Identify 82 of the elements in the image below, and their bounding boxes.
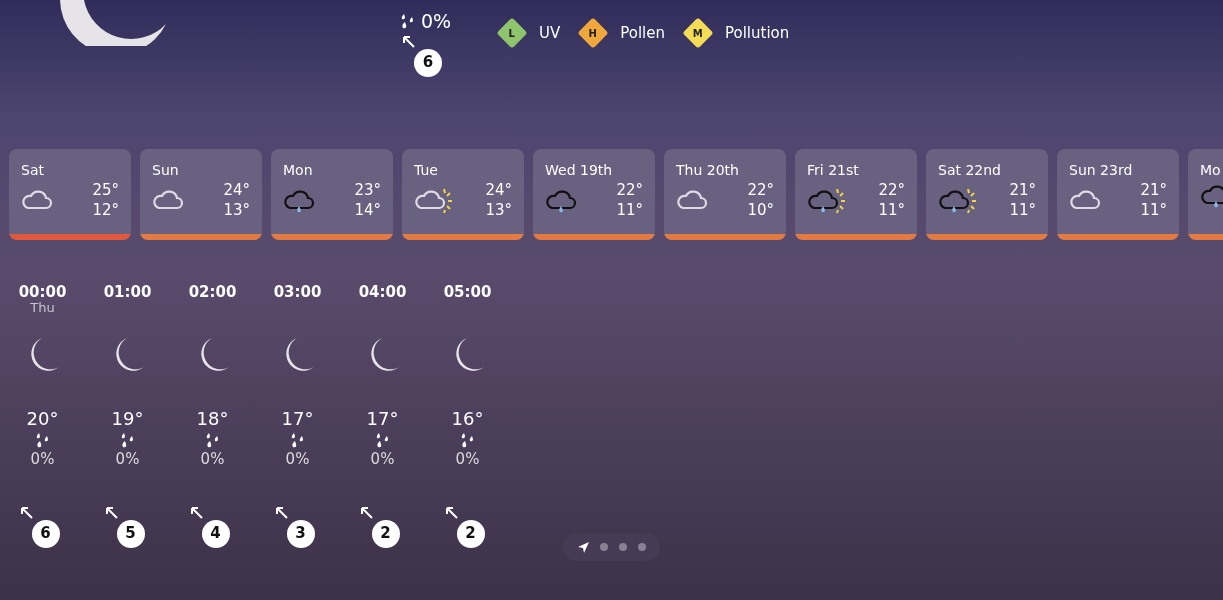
index-label[interactable]: Pollen	[620, 22, 665, 45]
high-temperature: 25°	[92, 181, 119, 201]
day-label: Sat 22nd	[938, 161, 1002, 180]
level-badge: M	[682, 17, 714, 49]
wind-speed: 2	[371, 519, 400, 548]
low-temperature: 12°	[92, 200, 119, 220]
high-temperature: 23°	[354, 181, 381, 201]
hour-time: 01:00	[103, 283, 152, 301]
low-temperature: 13°	[485, 200, 512, 220]
page-dot[interactable]	[618, 543, 627, 551]
rain-chance: 0%	[30, 449, 55, 470]
rain-chance: 0%	[370, 449, 395, 470]
temperature: 16°	[451, 407, 484, 431]
day-card[interactable]: Mo	[1188, 149, 1223, 240]
low-temperature: 11°	[1140, 200, 1167, 220]
rain-chance: 0%	[115, 449, 140, 470]
low-temperature: 11°	[878, 200, 905, 220]
low-temperature: 11°	[1009, 200, 1036, 220]
index-label[interactable]: Pollution	[725, 22, 790, 45]
high-temperature: 22°	[616, 181, 643, 201]
location-arrow-icon[interactable]	[577, 541, 589, 553]
day-label: Wed 19th	[545, 161, 614, 180]
rain-chance: 0%	[455, 449, 480, 470]
day-label: Tue	[414, 161, 439, 180]
wind-speed: 3	[286, 519, 315, 548]
level-badge: H	[577, 17, 609, 49]
high-temperature: 21°	[1140, 181, 1167, 201]
day-label: Thu	[30, 301, 55, 317]
temperature: 17°	[281, 407, 314, 431]
rain-chance: 0%	[200, 449, 225, 470]
wind-direction-arrow-icon	[189, 505, 204, 520]
day-card[interactable]: Tue 24° 13°	[402, 149, 524, 240]
index-label[interactable]: UV	[539, 22, 561, 45]
day-card[interactable]: Sat 25° 12°	[9, 149, 131, 240]
day-label: Sun 23rd	[1069, 161, 1134, 180]
hour-time: 00:00	[18, 283, 67, 301]
day-card[interactable]: Wed 19th 22° 11°	[533, 149, 655, 240]
low-temperature: 11°	[616, 200, 643, 220]
hour-time: 02:00	[188, 283, 237, 301]
wind-direction-arrow-icon	[19, 505, 34, 520]
page-dot[interactable]	[637, 543, 646, 551]
day-label: Sat	[21, 161, 45, 180]
day-label: Fri 21st	[807, 161, 860, 180]
hour-time: 03:00	[273, 283, 322, 301]
high-temperature: 24°	[485, 181, 512, 201]
wind-direction-arrow-icon	[444, 505, 459, 520]
high-temperature: 21°	[1009, 181, 1036, 201]
wind-direction-arrow-icon	[402, 34, 416, 49]
rain-chance: 0%	[420, 9, 452, 34]
wind-speed: 6	[414, 48, 442, 77]
hour-time: 04:00	[358, 283, 407, 301]
high-temperature: 22°	[747, 181, 774, 201]
temperature: 20°	[26, 407, 59, 431]
low-temperature: 14°	[354, 200, 381, 220]
temperature: 18°	[196, 407, 229, 431]
day-card[interactable]: Sun 24° 13°	[140, 149, 262, 240]
high-temperature: 22°	[878, 181, 905, 201]
temperature: 19°	[111, 407, 144, 431]
hour-time: 05:00	[443, 283, 492, 301]
day-card[interactable]: Mon 23° 14°	[271, 149, 393, 240]
day-label: Mon	[283, 161, 314, 180]
level-badge: L	[496, 17, 528, 49]
wind-direction-arrow-icon	[359, 505, 374, 520]
page-dot[interactable]	[599, 543, 608, 551]
day-label: Thu 20th	[676, 161, 740, 180]
day-label: Mo	[1200, 161, 1222, 180]
wind-direction-arrow-icon	[274, 505, 289, 520]
day-card[interactable]: Fri 21st 22° 11°	[795, 149, 917, 240]
wind-speed: 2	[456, 519, 485, 548]
low-temperature: 13°	[223, 200, 250, 220]
low-temperature: 10°	[747, 200, 774, 220]
day-card[interactable]: Thu 20th 22° 10°	[664, 149, 786, 240]
day-card[interactable]: Sat 22nd 21° 11°	[926, 149, 1048, 240]
rain-chance: 0%	[285, 449, 310, 470]
wind-speed: 4	[201, 519, 230, 548]
day-label: Sun	[152, 161, 180, 180]
wind-direction-arrow-icon	[104, 505, 119, 520]
wind-speed: 5	[116, 519, 145, 548]
day-card[interactable]: Sun 23rd 21° 11°	[1057, 149, 1179, 240]
high-temperature: 24°	[223, 181, 250, 201]
wind-speed: 6	[31, 519, 60, 548]
temperature: 17°	[366, 407, 399, 431]
